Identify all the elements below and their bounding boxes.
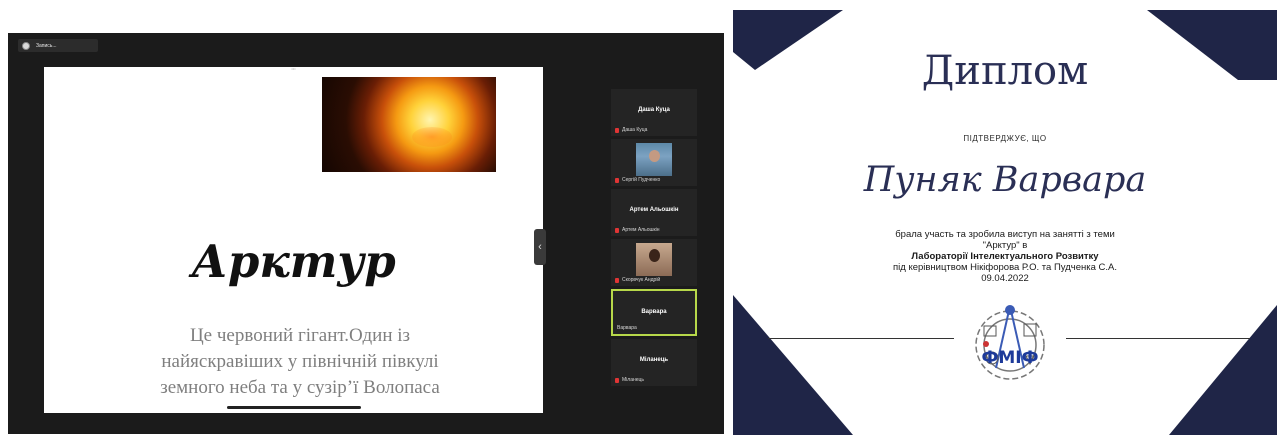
participant-label: Артем Альошкін bbox=[615, 227, 660, 233]
participant-display-name: Міланець bbox=[639, 357, 669, 363]
participant-label-text: Артем Альошкін bbox=[622, 227, 660, 233]
mic-muted-icon bbox=[615, 127, 619, 133]
slide-body-line: Це червоний гігант.Один із bbox=[189, 325, 411, 346]
mic-muted-icon bbox=[615, 377, 619, 383]
participant-label-text: Даша Куца bbox=[622, 127, 648, 133]
participant-tile[interactable]: Сергій Пудченко bbox=[611, 139, 697, 186]
mic-muted-icon bbox=[615, 277, 619, 283]
slide-title: Арктур bbox=[191, 235, 396, 288]
mic-muted-icon bbox=[615, 227, 619, 233]
participant-tile[interactable]: Міланець Міланець bbox=[611, 339, 697, 386]
participant-video bbox=[636, 143, 672, 176]
corner-decoration bbox=[733, 295, 853, 435]
diploma-description: брала участь та зробила виступ на занятт… bbox=[833, 229, 1177, 284]
participant-label-text: Варвара bbox=[617, 325, 637, 331]
participant-label-text: Сергій Пудченко bbox=[622, 177, 661, 183]
participant-display-name: Артем Альошкін bbox=[629, 207, 679, 213]
corner-decoration bbox=[1169, 305, 1277, 435]
participant-video bbox=[636, 243, 672, 276]
participant-label: Даша Куца bbox=[615, 127, 647, 133]
participant-label-text: Скорвчук Андрій bbox=[622, 277, 661, 283]
fmif-logo-icon: ФМІФ bbox=[966, 298, 1054, 392]
diploma-certificate: Диплом ПІДТВЕРДЖУЄ, ЩО Пуняк Варвара бра… bbox=[733, 10, 1277, 435]
diploma-line: "Арктур" в bbox=[982, 240, 1028, 251]
diploma-title: Диплом bbox=[921, 48, 1089, 94]
diploma-line: брала участь та зробила виступ на занятт… bbox=[895, 229, 1115, 240]
participant-label: Міланець bbox=[615, 377, 644, 383]
recording-label: Запись... bbox=[36, 42, 57, 49]
participant-tile-active[interactable]: Варвара Варвара bbox=[611, 289, 697, 336]
participant-display-name: Даша Куца bbox=[638, 107, 670, 113]
participant-label: Варвара bbox=[617, 325, 637, 331]
participant-tile[interactable]: Артем Альошкін Артем Альошкін bbox=[611, 189, 697, 236]
divider-line bbox=[768, 338, 954, 339]
participant-display-name: Варвара bbox=[641, 309, 667, 315]
slide-body-line: земного неба та у сузір’ї Волопаса bbox=[160, 377, 440, 398]
recording-indicator[interactable]: Запись... bbox=[18, 39, 98, 52]
collapse-panel-button[interactable]: ‹ bbox=[534, 229, 546, 265]
slide-options-dots[interactable]: ••• bbox=[44, 67, 543, 71]
diploma-date: 09.04.2022 bbox=[981, 273, 1029, 284]
slide-body-line: найяскравіших у північній півкулі bbox=[161, 351, 439, 372]
participant-label: Сергій Пудченко bbox=[615, 177, 660, 183]
slide-body: Це червоний гігант.Один із найяскравіших… bbox=[104, 323, 496, 401]
chevron-left-icon: ‹ bbox=[538, 241, 542, 253]
shared-slide: ••• Арктур Це червоний гігант.Один із на… bbox=[44, 67, 543, 413]
logo-text: ФМІФ bbox=[981, 348, 1039, 368]
laboratory-name: Лабораторії Інтелектуального Розвитку bbox=[911, 251, 1099, 262]
participant-tile[interactable]: Даша Куца Даша Куца bbox=[611, 89, 697, 136]
video-call-screen: Запись... ••• Арктур Це червоний гігант.… bbox=[8, 33, 724, 434]
recipient-name: Пуняк Варвара bbox=[863, 160, 1147, 200]
mic-muted-icon bbox=[615, 177, 619, 183]
participants-panel: Даша Куца Даша Куца Сергій Пудченко Арте… bbox=[611, 89, 697, 389]
participant-label: Скорвчук Андрій bbox=[615, 277, 660, 283]
diploma-confirms: ПІДТВЕРДЖУЄ, ЩО bbox=[963, 134, 1047, 143]
participant-tile[interactable]: Скорвчук Андрій bbox=[611, 239, 697, 286]
record-dot-icon bbox=[22, 41, 30, 50]
participant-label-text: Міланець bbox=[622, 377, 644, 383]
diploma-supervisors: під керівництвом Нікіфорова Р.О. та Пудч… bbox=[893, 262, 1117, 273]
divider-line bbox=[1066, 338, 1250, 339]
sun-image bbox=[322, 77, 496, 172]
slide-progress-bar bbox=[227, 406, 361, 409]
